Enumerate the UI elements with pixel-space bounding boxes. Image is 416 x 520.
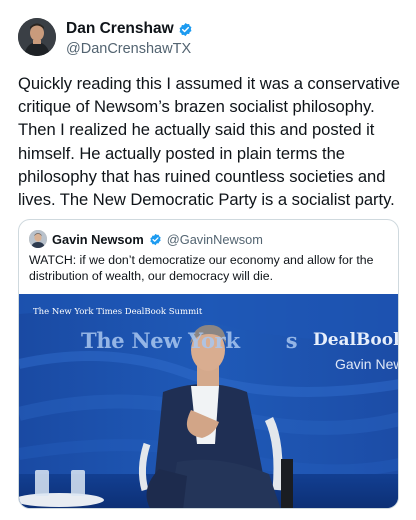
- quoted-verified-badge-icon: [149, 233, 162, 246]
- quoted-author-name: Gavin Newsom: [52, 231, 144, 247]
- quoted-tweet-card[interactable]: Gavin Newsom @GavinNewsom WATCH: if we d…: [18, 219, 399, 509]
- stage-illustration: [19, 294, 398, 508]
- nyt-logo-tail: s: [285, 328, 298, 353]
- nyt-logo-main: The New York: [81, 328, 240, 353]
- author-name[interactable]: Dan Crenshaw: [66, 20, 174, 38]
- speaker-name-sign: Gavin New: [335, 356, 399, 372]
- dealbook-sign: DealBook S: [313, 330, 399, 350]
- author-name-row: Dan Crenshaw: [66, 20, 193, 38]
- tweet-post: Dan Crenshaw @DanCrenshawTX Quickly read…: [0, 0, 416, 520]
- verified-badge-icon: [178, 22, 193, 37]
- quoted-video-thumbnail[interactable]: The New York Times DealBook Summit The N…: [19, 294, 399, 508]
- quoted-author-avatar: [29, 230, 47, 248]
- nyt-banner-text: The New York Times DealBook Summit: [33, 307, 203, 317]
- nyt-logo-text: The New York s: [81, 328, 298, 353]
- author-handle[interactable]: @DanCrenshawTX: [66, 41, 193, 57]
- quoted-author-handle: @GavinNewsom: [166, 231, 263, 247]
- author-block: Dan Crenshaw @DanCrenshawTX: [66, 20, 193, 57]
- author-avatar[interactable]: [18, 18, 56, 56]
- quoted-tweet-text: WATCH: if we don’t democratize our econo…: [29, 253, 374, 283]
- tweet-text: Quickly reading this I assumed it was a …: [18, 74, 400, 210]
- quoted-tweet-header: Gavin Newsom @GavinNewsom: [29, 230, 263, 248]
